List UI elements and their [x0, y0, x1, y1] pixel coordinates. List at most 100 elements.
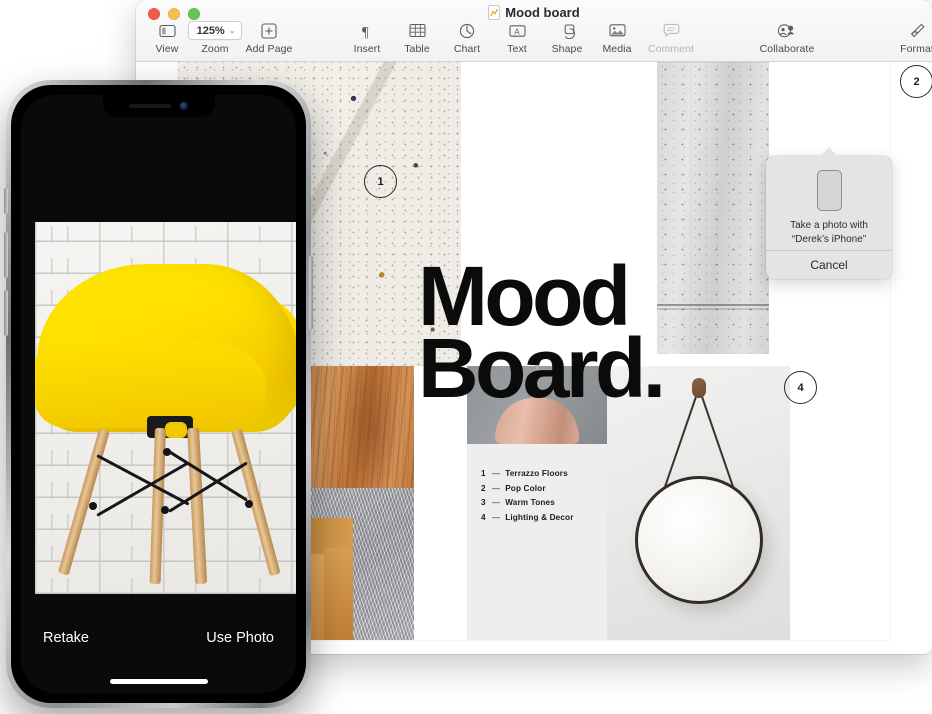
page-white-space [461, 62, 657, 366]
image-round-mirror[interactable] [607, 366, 790, 640]
popover-cancel-button[interactable]: Cancel [766, 250, 892, 279]
key-list-item: 2 — Pop Color [481, 484, 574, 493]
toolbar-view-button[interactable]: View [150, 20, 184, 55]
toolbar-collaborate-label: Collaborate [759, 43, 815, 55]
svg-text:¶: ¶ [362, 24, 369, 39]
iphone-volume-down-button[interactable] [4, 290, 8, 336]
toolbar-media-label: Media [602, 43, 632, 55]
annotation-badge-1[interactable]: 1 [364, 165, 397, 198]
toolbar-table-button[interactable]: Table [400, 20, 434, 55]
key-dash: — [492, 483, 501, 493]
iphone-icon [816, 170, 842, 211]
toolbar-format-label: Format [900, 43, 932, 55]
key-number: 1 [481, 469, 486, 478]
image-pendant-lamp[interactable] [467, 366, 607, 444]
key-text: Warm Tones [505, 498, 555, 507]
toolbar-add-page-label: Add Page [245, 43, 293, 55]
camera-preview-actions: Retake Use Photo [21, 611, 296, 665]
badge-label: 4 [797, 381, 804, 394]
window-title-text: Mood board [505, 5, 580, 20]
chair-wire-knob [163, 448, 171, 456]
popover-message-line-2: “Derek’s iPhone” [791, 233, 867, 245]
toolbar-text-button[interactable]: A Text [500, 20, 534, 55]
toolbar-text-label: Text [507, 43, 527, 55]
chair-wire-knob [89, 502, 97, 510]
iphone-device: Retake Use Photo [4, 80, 313, 708]
earpiece-speaker-icon [129, 104, 171, 108]
toolbar-chart-label: Chart [453, 43, 481, 55]
home-indicator[interactable] [109, 679, 208, 684]
toolbar-comment-label: Comment [647, 43, 695, 55]
toolbar-comment-button[interactable]: Comment [648, 20, 694, 55]
annotation-badge-4[interactable]: 4 [784, 371, 817, 404]
key-dash: — [492, 498, 501, 507]
chevron-down-icon: ⌄ [228, 26, 236, 35]
use-photo-button[interactable]: Use Photo [206, 630, 274, 646]
popover-message: Take a photo with “Derek’s iPhone” [766, 219, 892, 246]
key-list-item: 4 — Lighting & Decor [481, 513, 574, 522]
toolbar-insert-label: Insert [353, 43, 381, 55]
pilcrow-icon: ¶ [360, 21, 374, 40]
toolbar-insert-button[interactable]: ¶ Insert [350, 20, 384, 55]
mirror-glass [634, 476, 763, 604]
key-list-item: 1 — Terrazzo Floors [481, 469, 574, 478]
lamp-shade [495, 398, 579, 444]
toolbar-add-page-button[interactable]: Add Page [246, 20, 292, 55]
toolbar-format-button[interactable]: Format [900, 20, 932, 55]
window-traffic-lights [148, 8, 200, 20]
iphone-notch [102, 95, 215, 117]
annotation-badge-2[interactable]: 2 [900, 65, 932, 98]
key-list: 1 — Terrazzo Floors 2 — Pop Color 3 — Wa… [481, 469, 574, 527]
toolbar-table-label: Table [404, 43, 430, 55]
continuity-camera-popover: Take a photo with “Derek’s iPhone” Cance… [766, 147, 892, 279]
toolbar-shape-button[interactable]: Shape [550, 20, 584, 55]
paintbrush-icon [909, 21, 926, 40]
close-button[interactable] [148, 8, 160, 20]
camera-photo-preview [35, 222, 296, 594]
key-dash: — [492, 469, 501, 478]
badge-label: 2 [913, 75, 920, 88]
app-toolbar: View 125% ⌄ Zoom Add Page ¶ Insert Table… [136, 20, 932, 62]
minimize-button[interactable] [168, 8, 180, 20]
toolbar-view-label: View [155, 43, 179, 55]
toolbar-collaborate-button[interactable]: Collaborate [760, 20, 814, 55]
key-number: 4 [481, 512, 486, 522]
iphone-screen[interactable]: Retake Use Photo [21, 95, 296, 693]
iphone-silent-switch[interactable] [4, 188, 8, 214]
iphone-side-button[interactable] [309, 256, 313, 330]
screenshot-root: Mood board View 125% ⌄ Zoom Add Page ¶ I… [0, 0, 932, 714]
chair-wire-knob [245, 500, 253, 508]
maximize-button[interactable] [188, 8, 200, 20]
iphone-bezel: Retake Use Photo [11, 85, 306, 703]
toolbar-zoom-label: Zoom [201, 43, 229, 55]
popover-message-line-1: Take a photo with [790, 220, 868, 231]
toolbar-zoom-control[interactable]: 125% ⌄ Zoom [187, 20, 243, 55]
window-titlebar: Mood board View 125% ⌄ Zoom Add Page ¶ I… [136, 0, 932, 62]
retake-button[interactable]: Retake [43, 630, 89, 646]
photo-icon [608, 21, 626, 40]
chair-wire-knob [161, 506, 169, 514]
window-title-group: Mood board [136, 5, 932, 20]
badge-label: 1 [377, 175, 384, 188]
toolbar-chart-button[interactable]: Chart [450, 20, 484, 55]
key-number: 3 [481, 498, 486, 507]
toolbar-media-button[interactable]: Media [600, 20, 634, 55]
key-number: 2 [481, 483, 486, 493]
svg-text:A: A [514, 27, 520, 36]
key-text: Lighting & Decor [505, 512, 574, 522]
toolbar-shape-label: Shape [551, 43, 583, 55]
page-white-space [790, 366, 890, 640]
key-text: Pop Color [505, 483, 546, 493]
iphone-volume-up-button[interactable] [4, 232, 8, 278]
key-list-panel[interactable]: 1 — Terrazzo Floors 2 — Pop Color 3 — Wa… [467, 444, 607, 640]
chair-hub [165, 422, 187, 438]
image-concrete[interactable] [657, 62, 769, 354]
mirror-peg [691, 378, 706, 398]
key-text: Terrazzo Floors [505, 469, 568, 478]
zoom-value: 125% [196, 24, 225, 37]
zoom-dropdown[interactable]: 125% ⌄ [187, 21, 243, 40]
collaborate-icon [777, 21, 797, 40]
page-white-space [414, 366, 467, 640]
key-dash: — [492, 512, 501, 522]
text-box-icon: A [508, 21, 526, 40]
